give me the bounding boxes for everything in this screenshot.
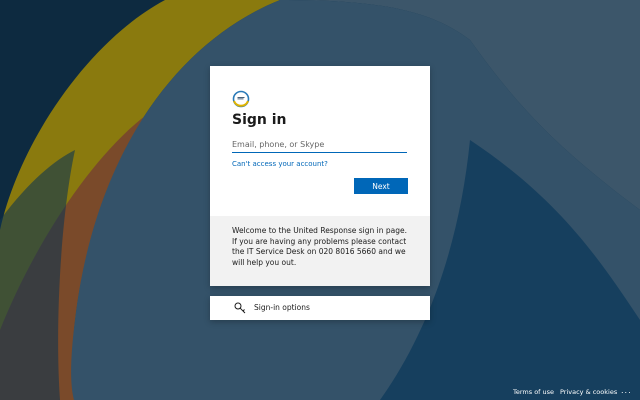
next-button[interactable]: Next bbox=[354, 178, 408, 194]
page-title: Sign in bbox=[232, 112, 287, 128]
welcome-message: Welcome to the United Response sign in p… bbox=[232, 226, 407, 267]
organization-logo-icon bbox=[232, 90, 250, 108]
key-icon bbox=[234, 302, 246, 314]
cant-access-account-link[interactable]: Can't access your account? bbox=[232, 160, 328, 168]
terms-of-use-link[interactable]: Terms of use bbox=[513, 388, 554, 396]
email-input[interactable] bbox=[232, 136, 407, 153]
more-options-icon[interactable]: ... bbox=[621, 386, 632, 395]
sign-in-options-label: Sign-in options bbox=[254, 303, 310, 312]
sign-in-card: Sign in Can't access your account? Next … bbox=[210, 66, 430, 286]
privacy-cookies-link[interactable]: Privacy & cookies bbox=[560, 388, 617, 396]
welcome-panel: Welcome to the United Response sign in p… bbox=[210, 216, 430, 286]
sign-in-options-button[interactable]: Sign-in options bbox=[210, 296, 430, 320]
